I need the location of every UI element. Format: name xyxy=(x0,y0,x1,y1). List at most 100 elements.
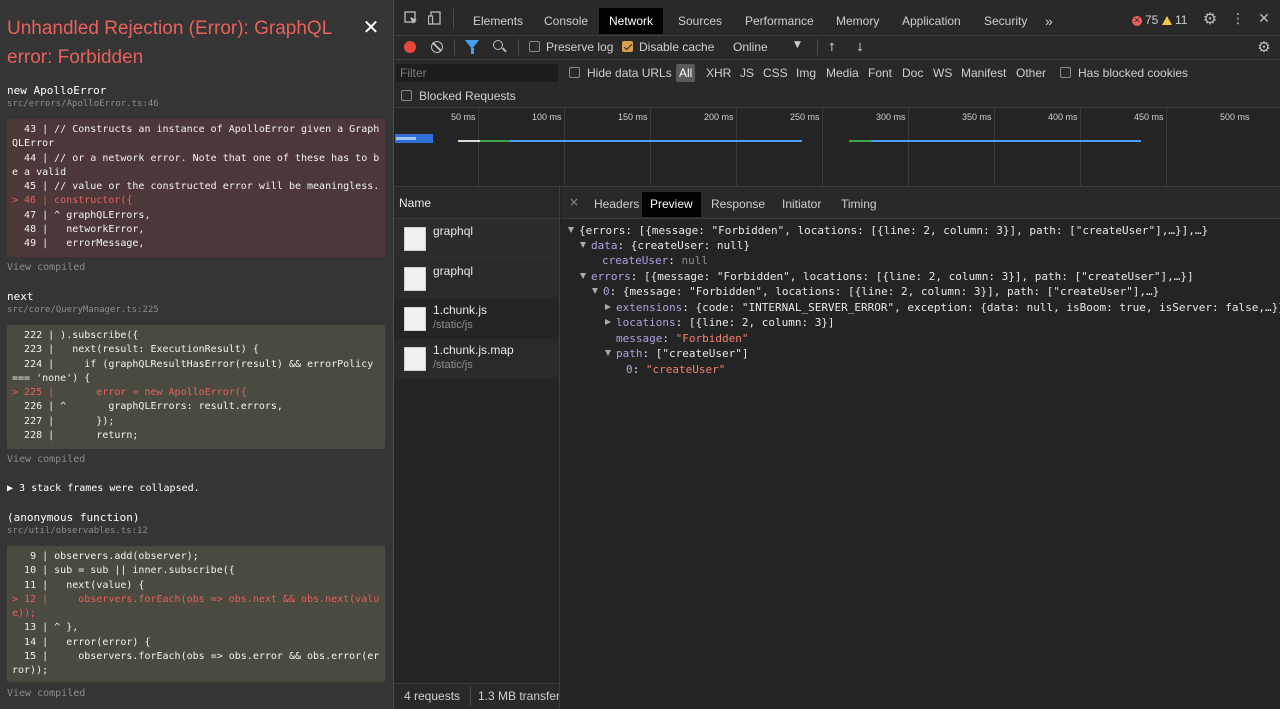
type-filter-ws[interactable]: WS xyxy=(930,64,955,82)
type-filter-other[interactable]: Other xyxy=(1013,64,1049,82)
request-row[interactable]: graphql xyxy=(394,219,559,259)
tab-sources[interactable]: Sources xyxy=(668,8,732,34)
close-devtools-icon[interactable]: ✕ xyxy=(1256,11,1272,27)
more-tabs-icon[interactable]: » xyxy=(1035,8,1063,34)
filter-input[interactable] xyxy=(396,64,558,82)
json-data-row[interactable]: data: {createUser: null} xyxy=(580,238,750,253)
tab-network[interactable]: Network xyxy=(599,8,664,34)
type-filter-img[interactable]: Img xyxy=(793,64,819,82)
close-detail-icon[interactable]: × xyxy=(569,195,579,209)
export-har-icon[interactable]: ⭣ xyxy=(854,40,866,54)
json-key: path xyxy=(616,347,643,360)
json-root-row[interactable]: {errors: [{message: "Forbidden", locatio… xyxy=(568,223,1208,238)
code-line: 14 | error(error) { xyxy=(12,636,151,648)
tab-performance[interactable]: Performance xyxy=(735,8,824,34)
tab-initiator[interactable]: Initiator xyxy=(774,192,829,217)
stack-frame-name: new ApolloError xyxy=(7,84,107,97)
settings-gear-icon[interactable]: ⚙ xyxy=(1202,11,1218,27)
collapsed-triangle-icon[interactable] xyxy=(605,304,611,310)
name-column-header[interactable]: Name xyxy=(394,187,559,219)
hide-data-urls-checkbox[interactable] xyxy=(569,67,580,78)
code-line: 226 | ^ graphQLErrors: result.errors, xyxy=(12,401,283,413)
expand-triangle-icon[interactable] xyxy=(580,273,586,279)
stack-frame-name: (anonymous function) xyxy=(7,511,140,524)
search-icon[interactable] xyxy=(493,40,503,50)
devtools-panel: Elements Console Network Sources Perform… xyxy=(393,0,1280,709)
code-line: 44 | // or a network error. Note that on… xyxy=(12,152,380,178)
request-row[interactable]: 1.chunk.js /static/js xyxy=(394,299,559,339)
json-errors-row[interactable]: errors: [{message: "Forbidden", location… xyxy=(580,269,1194,284)
expand-triangle-icon[interactable] xyxy=(605,350,611,356)
throttling-value: Online xyxy=(733,40,768,54)
json-extensions-row[interactable]: extensions: {code: "INTERNAL_SERVER_ERRO… xyxy=(605,300,1280,315)
timeline-tick-label: 250 ms xyxy=(790,112,820,122)
json-string-value: "Forbidden" xyxy=(675,332,749,345)
tab-preview[interactable]: Preview xyxy=(642,192,701,217)
throttling-select[interactable]: Online ▼ xyxy=(728,40,808,56)
stack-frame-name: next xyxy=(7,290,34,303)
view-compiled-link[interactable]: View compiled xyxy=(7,454,85,465)
view-compiled-link[interactable]: View compiled xyxy=(7,262,85,273)
timeline-gridline xyxy=(1080,108,1081,187)
tab-application[interactable]: Application xyxy=(892,8,971,34)
json-value: {message: "Forbidden", locations: [{line… xyxy=(622,285,1160,298)
blocked-requests-checkbox[interactable] xyxy=(401,90,412,101)
code-snippet: 222 | ).subscribe({ 223 | next(result: E… xyxy=(7,325,385,449)
tab-headers[interactable]: Headers xyxy=(586,192,647,217)
error-overlay: Unhandled Rejection (Error): GraphQL err… xyxy=(0,0,393,709)
json-value: {code: "INTERNAL_SERVER_ERROR", exceptio… xyxy=(695,301,1280,314)
collapsed-frames-toggle[interactable]: ▶ 3 stack frames were collapsed. xyxy=(7,483,200,494)
json-path-row[interactable]: path: ["createUser"] xyxy=(605,346,748,361)
import-har-icon[interactable]: ⭡ xyxy=(826,40,838,54)
error-counter[interactable]: ✕ 75 xyxy=(1132,13,1158,27)
tab-response[interactable]: Response xyxy=(703,192,773,217)
request-name: graphql xyxy=(433,224,474,238)
disable-cache-checkbox[interactable] xyxy=(622,41,633,52)
type-filter-media[interactable]: Media xyxy=(823,64,862,82)
type-filter-manifest[interactable]: Manifest xyxy=(958,64,1009,82)
filter-icon[interactable] xyxy=(465,40,479,54)
inspect-element-icon[interactable] xyxy=(403,11,419,27)
clear-icon[interactable] xyxy=(431,41,443,53)
json-key: locations xyxy=(616,316,676,329)
timeline-overview[interactable]: 50 ms 100 ms 150 ms 200 ms 250 ms 300 ms… xyxy=(394,108,1280,187)
tab-timing[interactable]: Timing xyxy=(833,192,885,217)
network-settings-gear-icon[interactable]: ⚙ xyxy=(1256,39,1272,55)
file-icon xyxy=(404,227,426,251)
code-snippet: 9 | observers.add(observer); 10 | sub = … xyxy=(7,546,385,682)
view-compiled-link[interactable]: View compiled xyxy=(7,688,85,699)
json-key: extensions xyxy=(616,301,683,314)
type-filter-js[interactable]: JS xyxy=(737,64,757,82)
json-preview: {errors: [{message: "Forbidden", locatio… xyxy=(561,219,1280,709)
timeline-tick-label: 300 ms xyxy=(876,112,906,122)
code-line: 13 | ^ }, xyxy=(12,622,79,634)
type-filter-doc[interactable]: Doc xyxy=(899,64,926,82)
timeline-bar xyxy=(510,140,802,142)
stack-frame-file: src/core/QueryManager.ts:225 xyxy=(7,305,159,315)
request-name: 1.chunk.js xyxy=(433,303,488,317)
tab-security[interactable]: Security xyxy=(974,8,1037,34)
request-row[interactable]: 1.chunk.js.map /static/js xyxy=(394,339,559,379)
expand-triangle-icon[interactable] xyxy=(580,242,586,248)
expand-triangle-icon[interactable] xyxy=(568,227,574,233)
expand-triangle-icon[interactable] xyxy=(592,288,598,294)
request-row[interactable]: graphql xyxy=(394,259,559,299)
json-error-0-row[interactable]: 0: {message: "Forbidden", locations: [{l… xyxy=(592,284,1159,299)
type-filter-css[interactable]: CSS xyxy=(760,64,791,82)
type-filter-font[interactable]: Font xyxy=(865,64,895,82)
tab-elements[interactable]: Elements xyxy=(463,8,533,34)
close-icon[interactable]: ✕ xyxy=(362,17,380,37)
warning-counter[interactable]: 11 xyxy=(1162,13,1187,27)
json-locations-row[interactable]: locations: [{line: 2, column: 3}] xyxy=(605,315,835,330)
preserve-log-checkbox[interactable] xyxy=(529,41,540,52)
device-toolbar-icon[interactable] xyxy=(427,11,443,27)
tab-console[interactable]: Console xyxy=(534,8,598,34)
collapsed-triangle-icon[interactable] xyxy=(605,319,611,325)
more-options-icon[interactable]: ⋮ xyxy=(1230,11,1246,27)
detail-tabbar: × Headers Preview Response Initiator Tim… xyxy=(561,187,1280,219)
tab-memory[interactable]: Memory xyxy=(826,8,889,34)
type-filter-all[interactable]: All xyxy=(676,64,696,82)
record-button[interactable] xyxy=(404,41,416,53)
type-filter-xhr[interactable]: XHR xyxy=(703,64,734,82)
has-blocked-cookies-checkbox[interactable] xyxy=(1060,67,1071,78)
